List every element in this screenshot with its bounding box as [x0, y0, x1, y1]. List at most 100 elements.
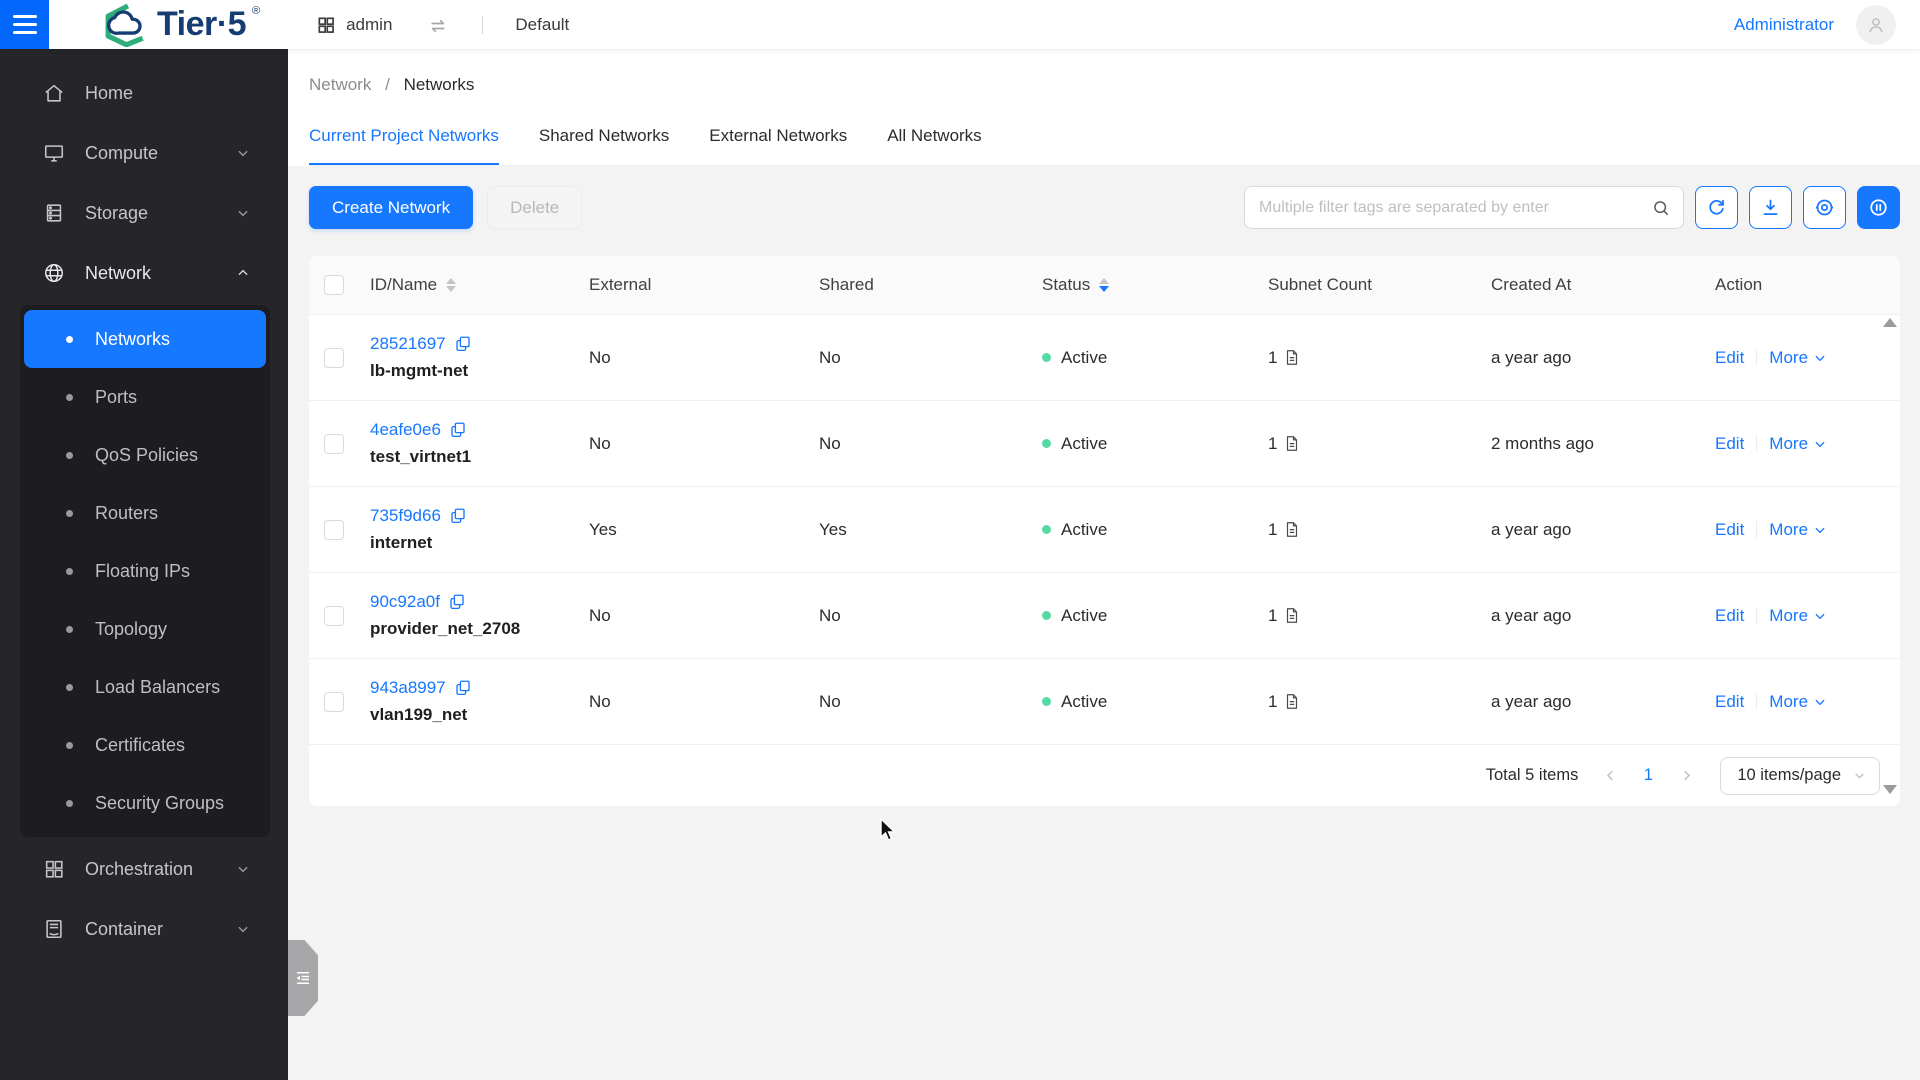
sidebar-item-qos-policies[interactable]: QoS Policies [24, 426, 266, 484]
sidebar-item-storage[interactable]: Storage [0, 183, 288, 243]
tab-current-project-networks[interactable]: Current Project Networks [309, 126, 499, 165]
row-checkbox[interactable] [323, 433, 344, 454]
column-header[interactable]: ID/Name [370, 275, 437, 295]
sidebar-item-certificates[interactable]: Certificates [24, 716, 266, 774]
network-name: vlan199_net [370, 705, 468, 724]
chevron-down-icon [1855, 773, 1864, 779]
more-link[interactable]: More [1769, 692, 1827, 712]
brand-name: Tier·5 [157, 5, 246, 43]
edit-link[interactable]: Edit [1715, 692, 1744, 712]
tab-shared-networks[interactable]: Shared Networks [539, 126, 669, 165]
sort-carets-icon[interactable] [1099, 278, 1110, 292]
sidebar-item-networks[interactable]: Networks [24, 310, 266, 368]
page-number[interactable]: 1 [1634, 766, 1662, 785]
delete-button[interactable]: Delete [487, 186, 583, 229]
globe-icon [43, 262, 65, 284]
column-header[interactable]: Status [1042, 275, 1090, 295]
person-icon [1869, 17, 1883, 32]
drawer-handle[interactable] [288, 940, 318, 1016]
tab-all-networks[interactable]: All Networks [887, 126, 981, 165]
copy-icon[interactable] [454, 335, 472, 353]
domain-name[interactable]: Default [515, 15, 569, 35]
status-badge: Active [1061, 519, 1108, 539]
row-checkbox[interactable] [323, 347, 344, 368]
sidebar-item-floating-ips[interactable]: Floating IPs [24, 542, 266, 600]
network-id-link[interactable]: 90c92a0f [370, 592, 440, 612]
tab-bar: Current Project Networks Shared Networks… [309, 126, 1920, 166]
edit-link[interactable]: Edit [1715, 606, 1744, 626]
magnifier-icon[interactable] [1651, 198, 1671, 218]
sidebar-item-network[interactable]: Network [0, 243, 288, 303]
refresh-button[interactable] [1695, 186, 1738, 229]
app-window: Tier·5 ® admin Default Administrator Hom… [0, 0, 1920, 1080]
administrator-link[interactable]: Administrator [1734, 15, 1834, 35]
breadcrumb-parent[interactable]: Network [309, 75, 371, 94]
row-checkbox[interactable] [323, 519, 344, 540]
next-page-button[interactable] [1672, 762, 1700, 790]
copy-icon[interactable] [449, 421, 467, 439]
swap-icon[interactable] [428, 15, 448, 35]
edit-link[interactable]: Edit [1715, 434, 1744, 454]
sidebar-item-topology[interactable]: Topology [24, 600, 266, 658]
file-icon[interactable] [1283, 434, 1301, 453]
prev-page-button[interactable] [1596, 762, 1624, 790]
sidebar-item-orchestration[interactable]: Orchestration [0, 839, 288, 899]
visibility-button[interactable] [1803, 186, 1846, 229]
tab-external-networks[interactable]: External Networks [709, 126, 847, 165]
network-id-link[interactable]: 28521697 [370, 334, 446, 354]
scroll-down-icon[interactable] [1882, 785, 1897, 794]
download-button[interactable] [1749, 186, 1792, 229]
select-all-checkbox[interactable] [323, 275, 344, 295]
menu-toggle-button[interactable] [0, 0, 49, 49]
breadcrumb-separator: / [385, 75, 390, 94]
more-link[interactable]: More [1769, 520, 1827, 540]
network-id-link[interactable]: 735f9d66 [370, 506, 441, 526]
sidebar-item-compute[interactable]: Compute [0, 123, 288, 183]
grid-icon [316, 15, 336, 35]
table-row: 943a8997 vlan199_net No No Active 1 a ye… [309, 659, 1900, 745]
search-input[interactable] [1259, 198, 1651, 217]
sidebar-item-ports[interactable]: Ports [24, 368, 266, 426]
more-link[interactable]: More [1769, 606, 1827, 626]
divider [482, 15, 484, 34]
network-id-link[interactable]: 943a8997 [370, 678, 446, 698]
table-scrollbar[interactable] [1882, 318, 1897, 794]
refresh-icon [1709, 199, 1724, 215]
external-value: No [589, 433, 611, 453]
create-network-button[interactable]: Create Network [309, 186, 474, 229]
sidebar-item-load-balancers[interactable]: Load Balancers [24, 658, 266, 716]
file-icon[interactable] [1283, 692, 1301, 711]
page-size-select[interactable]: 10 items/page [1720, 756, 1880, 795]
sidebar-item-container[interactable]: Container [0, 899, 288, 959]
sidebar-item-home[interactable]: Home [0, 63, 288, 123]
more-link[interactable]: More [1769, 348, 1827, 368]
row-checkbox[interactable] [323, 605, 344, 626]
avatar[interactable] [1856, 4, 1896, 45]
filter-search-box[interactable] [1244, 186, 1684, 229]
sidebar-item-security-groups[interactable]: Security Groups [24, 774, 266, 832]
edit-link[interactable]: Edit [1715, 520, 1744, 540]
storage-icon [43, 202, 65, 224]
divider [1756, 435, 1758, 452]
file-icon[interactable] [1283, 520, 1301, 539]
auto-refresh-button[interactable] [1857, 186, 1900, 229]
copy-icon[interactable] [454, 679, 472, 697]
project-name[interactable]: admin [346, 15, 392, 35]
external-value: No [589, 691, 611, 711]
sidebar-item-label: Routers [95, 502, 159, 523]
edit-link[interactable]: Edit [1715, 348, 1744, 368]
file-icon[interactable] [1283, 348, 1301, 367]
copy-icon[interactable] [449, 507, 467, 525]
subnet-count: 1 [1268, 691, 1278, 711]
sort-carets-icon[interactable] [446, 278, 457, 292]
table-row: 735f9d66 internet Yes Yes Active 1 a yea… [309, 487, 1900, 573]
file-icon[interactable] [1283, 606, 1301, 625]
row-checkbox[interactable] [323, 691, 344, 712]
hamburger-icon [12, 23, 37, 26]
copy-icon[interactable] [448, 593, 466, 611]
network-id-link[interactable]: 4eafe0e6 [370, 420, 441, 440]
more-link[interactable]: More [1769, 434, 1827, 454]
network-name: test_virtnet1 [370, 447, 472, 466]
scroll-up-icon[interactable] [1882, 318, 1897, 327]
sidebar-item-routers[interactable]: Routers [24, 484, 266, 542]
